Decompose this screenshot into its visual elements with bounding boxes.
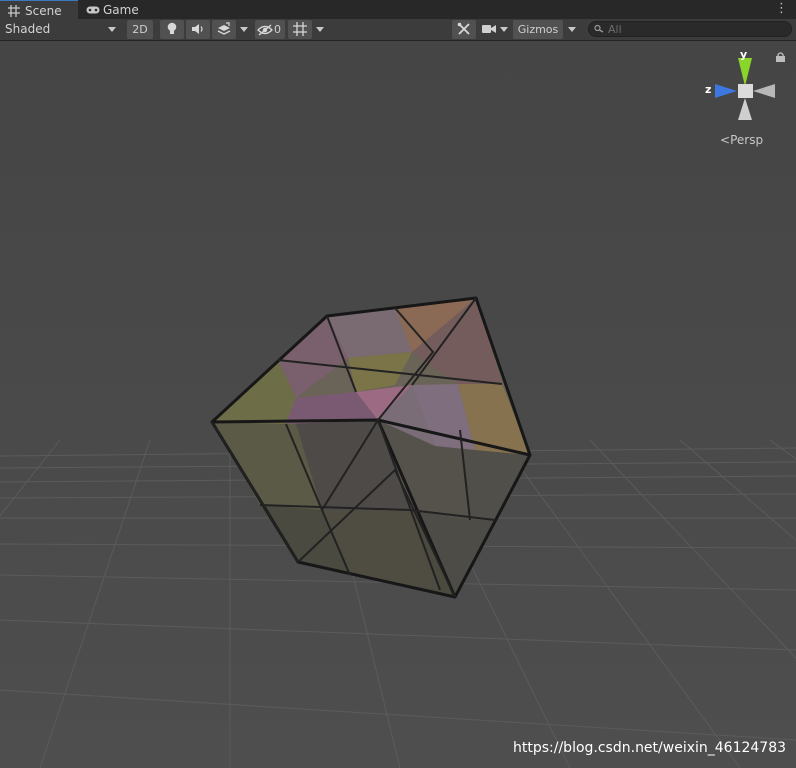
scene-viewport[interactable]: y z <Persp https://blog.csdn.net/weixin_…: [0, 41, 796, 768]
chevron-left-icon: <: [720, 133, 731, 147]
draw-mode-label: Shaded: [5, 22, 51, 36]
grid-icon: [8, 5, 20, 17]
gizmo-center: [738, 84, 753, 98]
tab-bar: Scene Game ⋮: [0, 0, 796, 19]
gizmo-z-label: z: [705, 83, 712, 96]
lock-icon[interactable]: [776, 52, 785, 62]
gizmos-dropdown[interactable]: [564, 20, 580, 39]
chevron-down-icon: [240, 27, 248, 32]
hidden-count: 0: [274, 23, 281, 36]
lighting-toggle-button[interactable]: [160, 20, 184, 39]
projection-toggle[interactable]: <Persp: [720, 133, 763, 147]
search-input[interactable]: All: [588, 21, 792, 37]
eye-slash-icon: [257, 24, 273, 36]
search-icon: [594, 24, 604, 33]
tab-scene[interactable]: Scene: [0, 0, 78, 19]
grid-dropdown[interactable]: [312, 20, 328, 39]
watermark: https://blog.csdn.net/weixin_46124783: [513, 740, 787, 756]
audio-toggle-button[interactable]: [186, 20, 210, 39]
chevron-down-icon: [500, 27, 508, 32]
2d-toggle-button[interactable]: 2D: [127, 20, 153, 39]
hidden-objects-button[interactable]: 0: [255, 20, 285, 39]
effects-toggle-button[interactable]: [212, 20, 236, 39]
speaker-icon: [192, 24, 203, 34]
gizmos-label: Gizmos: [517, 23, 559, 36]
scene-toolbar: Shaded 2D 0 Gizmos All: [0, 19, 796, 41]
lightbulb-icon: [167, 22, 177, 34]
grid-snap-icon: [293, 22, 307, 36]
scene-render[interactable]: [0, 41, 796, 768]
effects-dropdown[interactable]: [236, 20, 252, 39]
2d-label: 2D: [132, 23, 148, 36]
gamepad-icon: [86, 6, 100, 14]
chevron-down-icon: [108, 27, 116, 32]
camera-icon: [482, 25, 496, 33]
draw-mode-dropdown[interactable]: Shaded: [0, 20, 122, 39]
layers-icon: [217, 22, 231, 35]
tab-game[interactable]: Game: [78, 0, 148, 19]
chevron-down-icon: [568, 27, 576, 32]
search-placeholder: All: [608, 23, 622, 36]
tab-label: Game: [103, 3, 139, 17]
tools-button[interactable]: [452, 20, 476, 39]
grid-toggle-button[interactable]: [288, 20, 312, 39]
chevron-down-icon: [316, 27, 324, 32]
more-options-icon[interactable]: ⋮: [775, 1, 788, 17]
projection-label: Persp: [730, 133, 764, 147]
camera-dropdown[interactable]: [480, 20, 512, 39]
gizmos-button[interactable]: Gizmos: [513, 20, 563, 39]
tab-label: Scene: [25, 4, 62, 18]
gizmo-y-label: y: [740, 48, 748, 61]
scene-window: { "tabs": [ {"label": "Scene", "icon": "…: [0, 0, 796, 768]
tools-icon: [457, 22, 470, 35]
